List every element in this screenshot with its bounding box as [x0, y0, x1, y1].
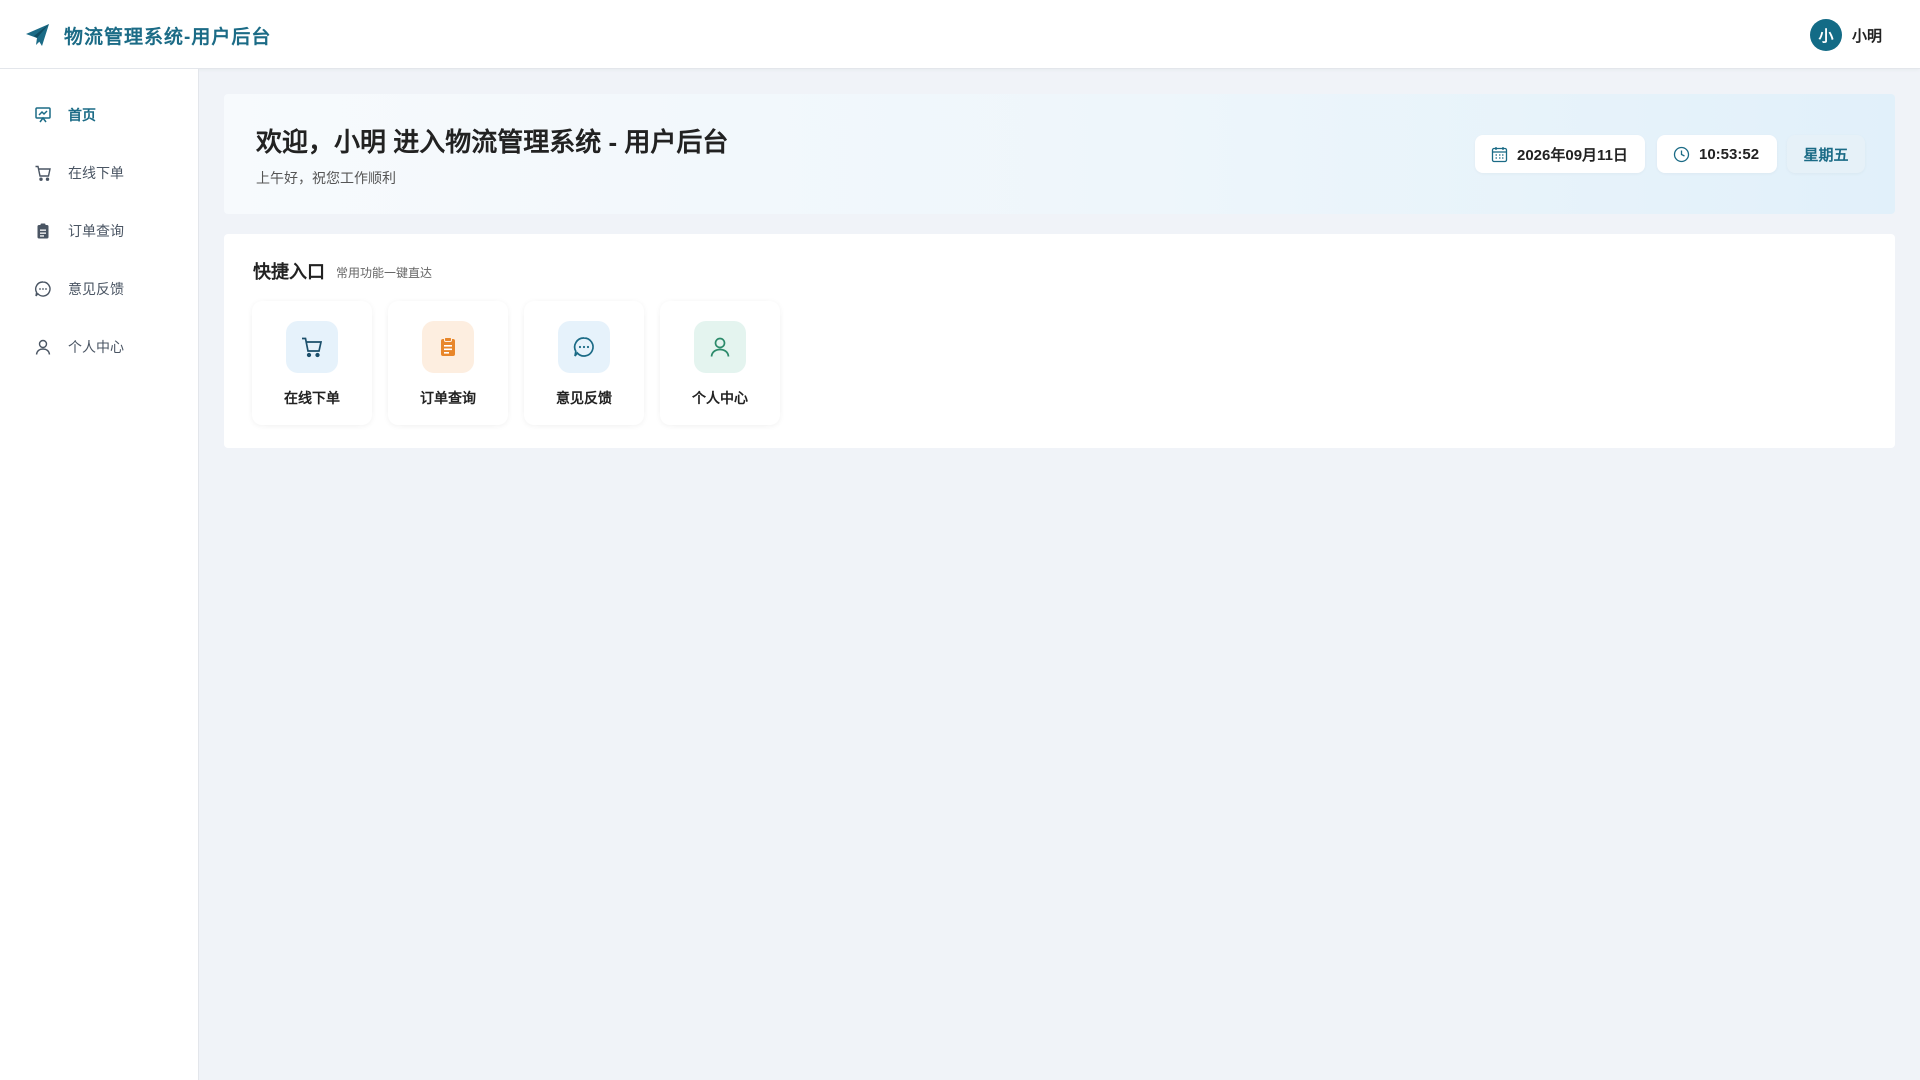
- sidebar-item-profile[interactable]: 个人中心: [0, 325, 198, 369]
- paper-plane-icon: [24, 21, 52, 49]
- calendar-icon: [1491, 146, 1508, 163]
- user-icon: [34, 338, 52, 356]
- chart-board-icon: [34, 106, 52, 124]
- sidebar-item-online-order[interactable]: 在线下单: [0, 151, 198, 195]
- sidebar-item-label: 订单查询: [68, 223, 124, 239]
- quick-card-label: 订单查询: [420, 390, 476, 406]
- date-badge: 2026年09月11日: [1475, 135, 1645, 173]
- welcome-subtitle: 上午好，祝您工作顺利: [256, 170, 396, 186]
- quick-card-order-query[interactable]: 订单查询: [388, 301, 508, 425]
- cart-icon: [34, 164, 52, 182]
- quick-card-profile[interactable]: 个人中心: [660, 301, 780, 425]
- chat-bubble-icon: [34, 280, 52, 298]
- cart-icon: [286, 321, 338, 373]
- sidebar-item-label: 首页: [68, 107, 96, 123]
- top-header: 物流管理系统-用户后台 小 小明: [0, 0, 1920, 69]
- clipboard-icon: [34, 222, 52, 240]
- sidebar-item-order-query[interactable]: 订单查询: [0, 209, 198, 253]
- clock-icon: [1673, 146, 1690, 163]
- time-badge: 10:53:52: [1657, 135, 1777, 173]
- quick-access-subtitle: 常用功能一键直达: [336, 266, 433, 280]
- brand[interactable]: 物流管理系统-用户后台: [24, 20, 271, 50]
- chat-bubble-icon: [558, 321, 610, 373]
- sidebar: 首页 在线下单 订单查询 意见反馈 个人中心: [0, 69, 199, 1080]
- quick-card-label: 个人中心: [692, 390, 748, 406]
- quick-card-label: 在线下单: [284, 390, 340, 406]
- user-name[interactable]: 小明: [1852, 25, 1882, 46]
- sidebar-item-label: 意见反馈: [68, 281, 124, 297]
- app-title: 物流管理系统-用户后台: [64, 26, 272, 48]
- avatar[interactable]: 小: [1809, 19, 1842, 51]
- quick-access-title: 快捷入口: [253, 262, 325, 282]
- welcome-title: 欢迎，小明 进入物流管理系统 - 用户后台: [256, 127, 729, 157]
- user-menu[interactable]: 小 小明: [1809, 18, 1882, 52]
- quick-card-label: 意见反馈: [556, 390, 612, 406]
- quick-access-panel: 快捷入口 常用功能一键直达 在线下单 订单查询 意见反馈 个人中心: [224, 234, 1895, 448]
- sidebar-item-feedback[interactable]: 意见反馈: [0, 267, 198, 311]
- sidebar-item-label: 个人中心: [68, 339, 124, 355]
- quick-card-feedback[interactable]: 意见反馈: [524, 301, 644, 425]
- user-icon: [694, 321, 746, 373]
- clipboard-icon: [422, 321, 474, 373]
- quick-card-online-order[interactable]: 在线下单: [252, 301, 372, 425]
- welcome-banner: 欢迎，小明 进入物流管理系统 - 用户后台 上午好，祝您工作顺利 2026年09…: [224, 94, 1895, 214]
- sidebar-item-home[interactable]: 首页: [0, 93, 198, 137]
- date-text: 2026年09月11日: [1517, 146, 1628, 164]
- sidebar-item-label: 在线下单: [68, 165, 124, 181]
- weekday-badge: 星期五: [1787, 135, 1865, 173]
- time-text: 10:53:52: [1699, 145, 1760, 163]
